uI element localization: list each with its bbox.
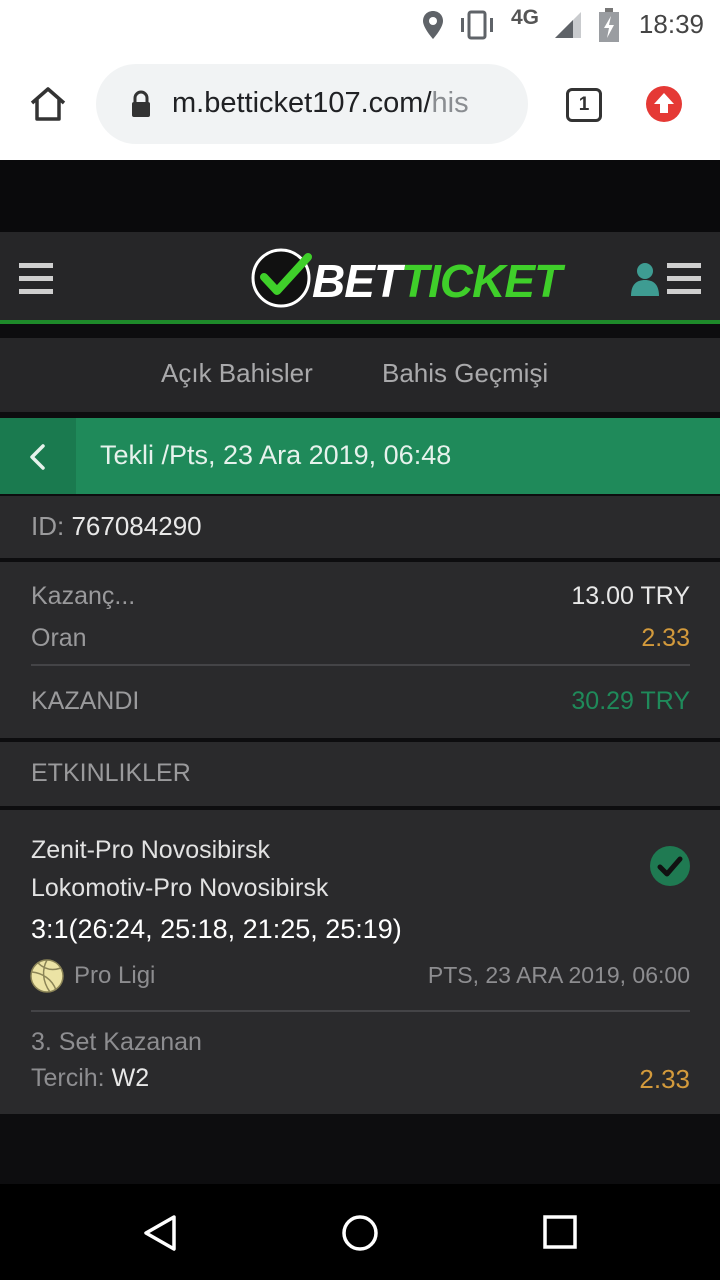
url-bar[interactable]: m.betticket107.com/his [96,64,528,144]
events-title: ETKINLIKLER [31,759,191,787]
odds-value: 2.33 [641,624,690,652]
vibrate-icon [461,10,493,40]
back-nav-icon[interactable] [142,1214,178,1252]
site-header: BETTICKET [0,232,720,324]
account-menu-icon[interactable] [667,261,701,295]
system-nav-bar [0,1184,720,1280]
clock: 18:39 [638,9,704,39]
result-label: KAZANDI [31,687,140,715]
pick-odds: 2.33 [639,1064,690,1094]
signal-icon [555,12,581,38]
market-name: 3. Set Kazanan [31,1028,202,1056]
events-header: ETKINLIKLER [0,742,720,806]
browser-toolbar: m.betticket107.com/his 1 [0,50,720,160]
home-icon[interactable] [28,84,68,124]
recents-nav-icon[interactable] [543,1215,577,1249]
team-away: Lokomotiv-Pro Novosibirsk [31,874,329,902]
bet-id: ID: 767084290 [31,511,202,541]
tab-switcher-button[interactable]: 1 [566,88,602,122]
result-value: 30.29 TRY [571,687,690,715]
stake-value: 13.00 TRY [571,582,690,610]
site-logo[interactable]: BETTICKET [312,254,562,308]
battery-icon [599,8,619,42]
menu-icon[interactable] [19,261,53,295]
update-icon[interactable] [645,85,683,123]
event-card: Zenit-Pro Novosibirsk Lokomotiv-Pro Novo… [0,810,720,1114]
location-icon [423,11,443,39]
network-type: 4G [511,6,540,29]
bet-summary: Kazanç... 13.00 TRY Oran 2.33 KAZANDI 30… [0,562,720,738]
home-nav-icon[interactable] [341,1214,379,1252]
user-icon[interactable] [631,262,659,296]
tab-bet-history[interactable]: Bahis Geçmişi [382,358,548,389]
back-button[interactable] [0,418,76,494]
bet-detail-header: Tekli /Pts, 23 Ara 2019, 06:48 [0,418,720,494]
odds-label: Oran [31,624,87,652]
pick: Tercih: W2 [31,1064,150,1092]
top-banner-area [0,160,720,232]
status-bar: 4G 18:39 [0,0,720,50]
logo-check-icon[interactable] [250,247,314,309]
url-text: m.betticket107.com/his [172,87,469,119]
event-divider [31,1010,690,1012]
team-home: Zenit-Pro Novosibirsk [31,836,270,864]
volleyball-icon [30,959,64,993]
event-date: PTS, 23 ARA 2019, 06:00 [427,962,690,988]
match-score: 3:1(26:24, 25:18, 21:25, 25:19) [31,914,402,944]
bets-tabs: Açık Bahisler Bahis Geçmişi [0,338,720,412]
bet-title: Tekli /Pts, 23 Ara 2019, 06:48 [100,440,452,470]
league-name: Pro Ligi [74,962,156,989]
stake-label: Kazanç... [31,582,136,610]
divider [31,664,690,666]
lock-icon [132,90,150,117]
chevron-left-icon [30,444,45,470]
tab-open-bets[interactable]: Açık Bahisler [161,358,313,389]
won-check-icon [650,846,690,886]
bet-id-row: ID: 767084290 [0,496,720,558]
